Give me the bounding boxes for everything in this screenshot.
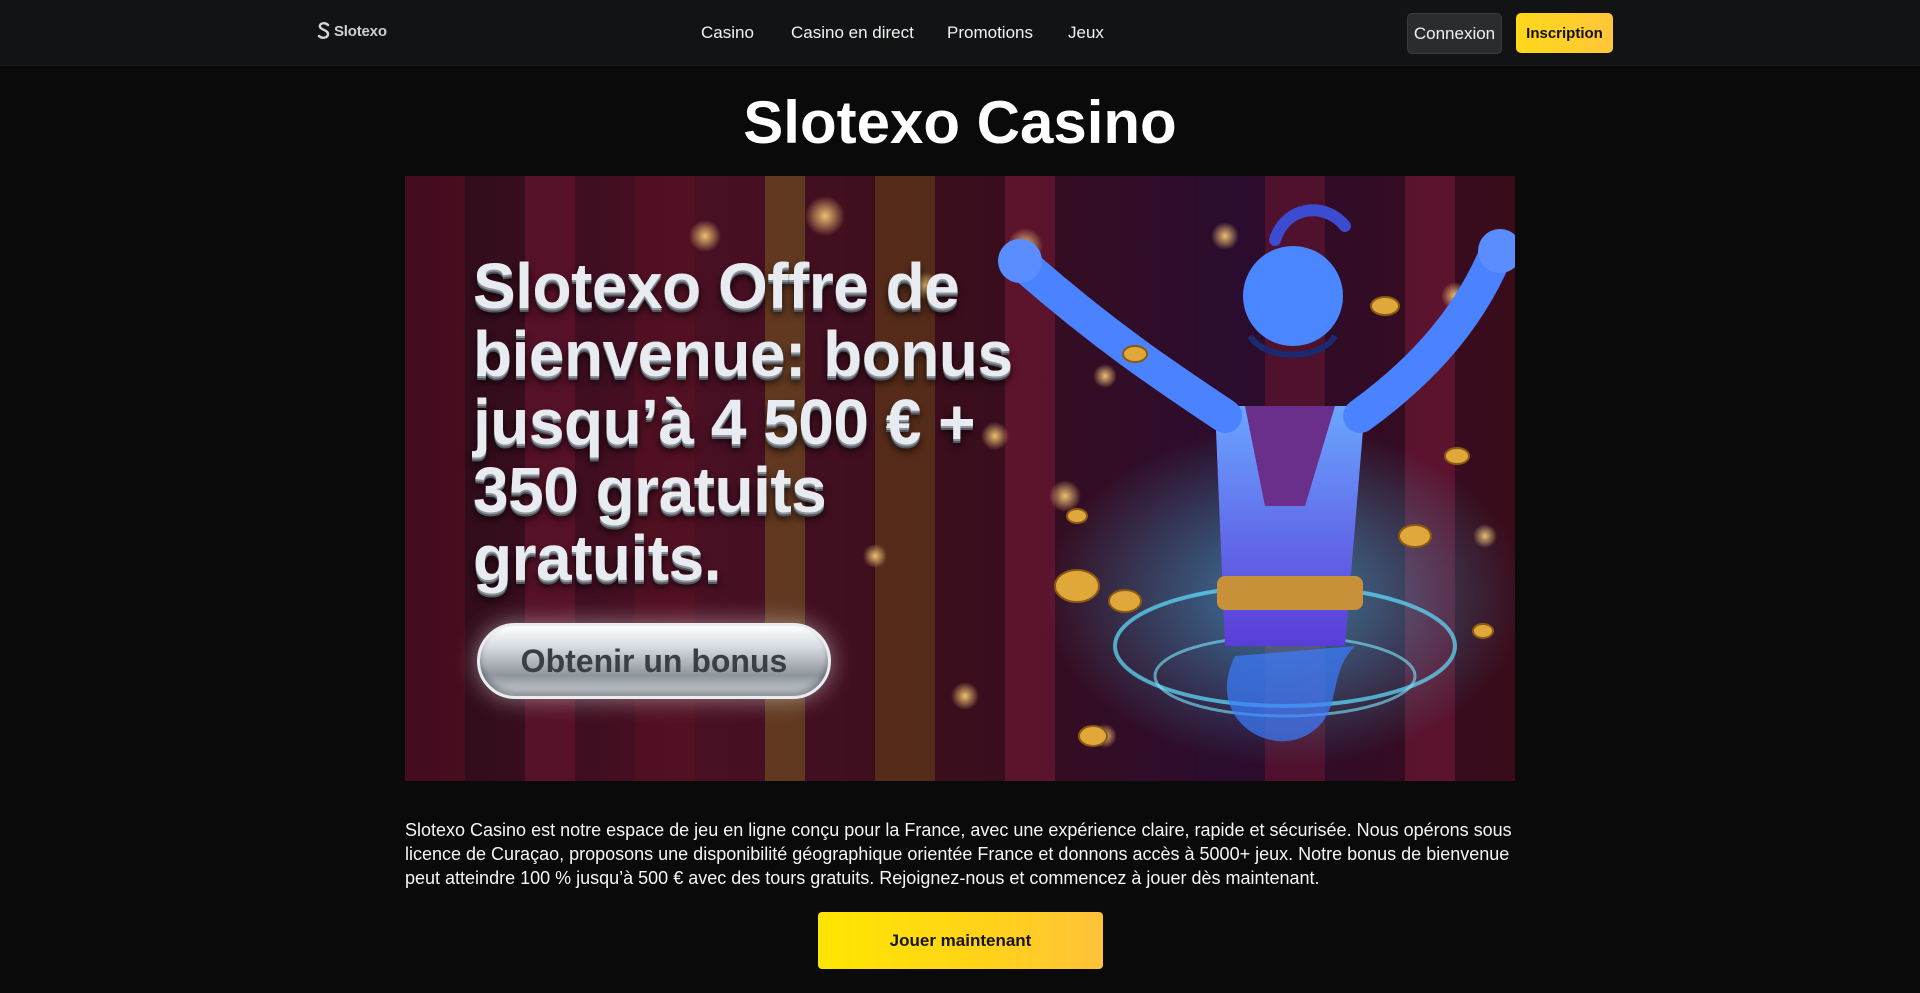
logo-s-icon [317, 22, 330, 39]
get-bonus-button[interactable]: Obtenir un bonus [477, 623, 831, 699]
nav-link-promotions[interactable]: Promotions [947, 23, 1033, 43]
play-now-button[interactable]: Jouer maintenant [818, 912, 1103, 969]
welcome-bonus-banner[interactable]: Slotexo Offre de bienvenue: bonus jusqu’… [405, 176, 1515, 781]
nav-link-games[interactable]: Jeux [1068, 23, 1104, 43]
nav-link-live-casino[interactable]: Casino en direct [791, 23, 914, 43]
intro-paragraph: Slotexo Casino est notre espace de jeu e… [405, 820, 1512, 888]
signup-button[interactable]: Inscription [1516, 13, 1613, 53]
page-title: Slotexo Casino [743, 89, 1177, 156]
top-navigation-bar: Slotexo Casino Casino en direct Promotio… [0, 0, 1920, 66]
site-logo[interactable]: Slotexo [317, 22, 387, 40]
logo-text: Slotexo [334, 22, 387, 40]
banner-headline: Slotexo Offre de bienvenue: bonus jusqu’… [473, 250, 1013, 594]
nav-link-casino[interactable]: Casino [701, 23, 754, 43]
login-button[interactable]: Connexion [1407, 13, 1502, 54]
main-nav: Casino Casino en direct Promotions Jeux [0, 0, 1920, 66]
